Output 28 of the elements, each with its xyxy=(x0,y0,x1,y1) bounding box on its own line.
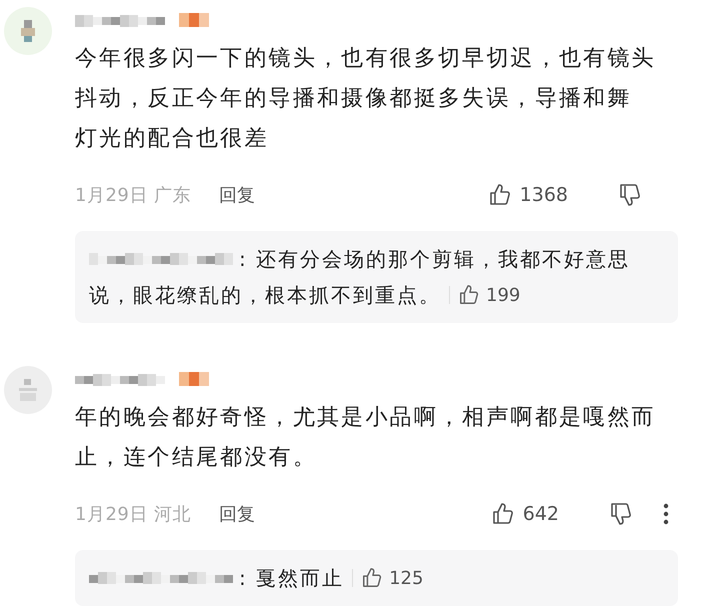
more-icon[interactable] xyxy=(663,503,669,525)
comment-text: 止，连个结尾都没有。 xyxy=(75,444,318,472)
reply-link[interactable]: 回复 xyxy=(219,183,256,207)
reply-text: : 还有分会场的那个剪辑，我都不好意思 xyxy=(239,246,630,272)
reply-text: 说，眼花缭乱的，根本抓不到重点。 xyxy=(89,282,441,308)
like-count: 1368 xyxy=(520,184,568,206)
blurred-badge xyxy=(179,13,209,27)
like-count: 642 xyxy=(522,503,559,525)
thumbs-down-icon[interactable] xyxy=(609,502,633,526)
thumbs-up-icon[interactable] xyxy=(361,567,384,589)
comment-text: 今年很多闪一下的镜头，也有很多切早切迟，也有镜头 xyxy=(75,45,657,73)
like-count: 125 xyxy=(389,568,424,588)
avatar[interactable] xyxy=(4,7,52,55)
blurred-badge xyxy=(179,372,209,386)
like-count: 199 xyxy=(486,284,520,306)
comment-text: 灯光的配合也很差 xyxy=(75,125,270,153)
reply-text: : 戛然而止 xyxy=(239,564,344,592)
thumbs-up-icon[interactable] xyxy=(490,502,515,526)
comment-text: 抖动，反正今年的导播和摄像都挺多失误，导播和舞 xyxy=(75,85,633,113)
blurred-avatar-icon xyxy=(19,379,37,401)
thumbs-up-icon[interactable] xyxy=(458,284,480,306)
reply-link[interactable]: 回复 xyxy=(219,502,256,526)
comment-text: 年的晚会都好奇怪，尤其是小品啊，相声啊都是嘎然而 xyxy=(75,404,657,432)
blurred-avatar-icon xyxy=(19,20,37,42)
comment-date-location: 1月29日 广东 xyxy=(75,184,192,207)
thumbs-down-icon[interactable] xyxy=(618,183,642,207)
comment-date-location: 1月29日 河北 xyxy=(75,503,192,526)
thumbs-up-icon[interactable] xyxy=(488,183,512,207)
